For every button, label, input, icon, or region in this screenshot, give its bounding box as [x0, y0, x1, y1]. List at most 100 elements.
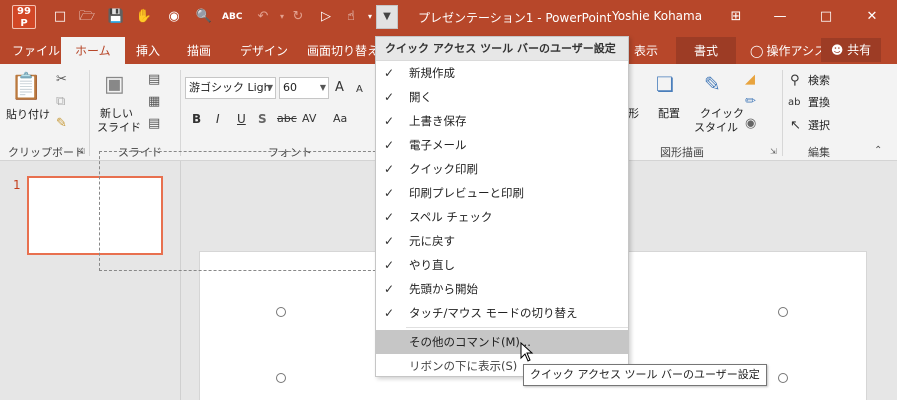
- start-slideshow-icon[interactable]: ▷: [316, 7, 336, 27]
- collapse-ribbon-icon[interactable]: ⌃: [874, 143, 882, 159]
- group-divider: [89, 70, 90, 156]
- menu-item[interactable]: ✓ やり直し: [376, 253, 628, 277]
- replace-icon[interactable]: ab: [788, 95, 800, 111]
- arrange-label[interactable]: 配置: [658, 107, 680, 121]
- drawing-launcher-icon[interactable]: ⇲: [770, 147, 777, 156]
- select-label[interactable]: 選択: [808, 119, 830, 133]
- customize-qat-icon[interactable]: ▼: [376, 5, 398, 29]
- font-name-combo[interactable]: 游ゴシック Ligh ▼: [185, 77, 276, 99]
- powerpoint-app-icon[interactable]: 99 P: [12, 5, 36, 29]
- quick-styles-label-2[interactable]: スタイル: [694, 121, 738, 135]
- shape-effects-icon[interactable]: ◉: [745, 116, 756, 132]
- touch-mouse-mode-icon[interactable]: ☝: [341, 7, 361, 27]
- tab-transitions[interactable]: 画面切り替え: [307, 42, 379, 59]
- more-commands-item[interactable]: その他のコマンド(M)...: [376, 330, 628, 354]
- shapes-label-partial[interactable]: 形: [628, 107, 639, 121]
- print-preview-icon[interactable]: 🔍: [194, 7, 214, 27]
- new-slide-label-1[interactable]: 新しい: [100, 107, 133, 121]
- reset-icon[interactable]: ▦: [148, 94, 160, 110]
- shrink-font-icon[interactable]: A: [356, 82, 363, 98]
- new-slide-label-2[interactable]: スライド: [97, 121, 141, 135]
- resize-handle[interactable]: [778, 307, 788, 317]
- menu-item[interactable]: ✓ クイック印刷: [376, 157, 628, 181]
- touch-mode-icon[interactable]: ✋: [134, 7, 154, 27]
- spell-check-icon[interactable]: ABC: [222, 7, 242, 27]
- cut-icon[interactable]: ✂: [56, 72, 67, 88]
- checkmark-icon: ✓: [384, 66, 395, 80]
- layout-icon[interactable]: ▤: [148, 72, 160, 88]
- tab-insert[interactable]: 挿入: [136, 42, 160, 59]
- open-folder-icon[interactable]: 🗁: [77, 7, 97, 27]
- shadow-button[interactable]: S: [258, 111, 267, 127]
- checkmark-icon: ✓: [384, 282, 395, 296]
- find-label[interactable]: 検索: [808, 74, 830, 88]
- resize-handle[interactable]: [276, 307, 286, 317]
- menu-item[interactable]: ✓ 元に戻す: [376, 229, 628, 253]
- bold-button[interactable]: B: [192, 111, 201, 127]
- quick-styles-icon[interactable]: ✎: [704, 72, 721, 96]
- checkmark-icon: ✓: [384, 138, 395, 152]
- italic-button[interactable]: I: [216, 111, 220, 127]
- clipboard-launcher-icon[interactable]: ⇲: [78, 147, 85, 156]
- title-bar: 99 P □ 🗁 💾 ✋ ◉ 🔍 ABC ↶ ▾ ↻ ▷ ☝ ▾ ▼ プレゼンテ…: [0, 0, 897, 34]
- tab-design[interactable]: デザイン: [240, 42, 288, 59]
- tab-draw[interactable]: 描画: [187, 42, 211, 59]
- menu-item[interactable]: ✓ 印刷プレビューと印刷: [376, 181, 628, 205]
- menu-item[interactable]: ✓ 上書き保存: [376, 109, 628, 133]
- close-icon[interactable]: ✕: [860, 6, 884, 28]
- char-spacing-button[interactable]: AV: [302, 111, 316, 127]
- save-icon[interactable]: 💾: [106, 7, 126, 27]
- underline-button[interactable]: U: [237, 111, 246, 127]
- select-cursor-icon[interactable]: ↖: [790, 118, 801, 134]
- lightbulb-icon: ◯: [750, 43, 764, 58]
- clipboard-group-label: クリップボード: [8, 146, 85, 159]
- redo-icon[interactable]: ↻: [288, 7, 308, 27]
- menu-item[interactable]: ✓ 新規作成: [376, 61, 628, 85]
- tab-file[interactable]: ファイル: [12, 42, 60, 59]
- new-slide-icon[interactable]: ▣: [104, 72, 125, 98]
- format-painter-icon[interactable]: ✎: [56, 116, 67, 132]
- checkmark-icon: ✓: [384, 234, 395, 248]
- menu-item[interactable]: ✓ 先頭から開始: [376, 277, 628, 301]
- more-commands-label: その他のコマンド(M)...: [409, 335, 531, 349]
- tell-me-search[interactable]: ◯ 操作アシス: [750, 42, 826, 59]
- menu-item[interactable]: ✓ 電子メール: [376, 133, 628, 157]
- menu-item-label: 先頭から開始: [409, 282, 478, 296]
- copy-icon[interactable]: ⧉: [56, 94, 65, 110]
- quick-styles-label-1[interactable]: クイック: [700, 107, 744, 121]
- search-icon[interactable]: ⚲: [790, 73, 800, 89]
- menu-item-label: 印刷プレビューと印刷: [409, 186, 524, 200]
- tab-format[interactable]: 書式: [676, 37, 737, 64]
- window-title: プレゼンテーション1 - PowerPoint: [418, 11, 612, 25]
- section-icon[interactable]: ▤: [148, 116, 160, 132]
- paste-icon[interactable]: 📋: [10, 72, 42, 102]
- grow-font-icon[interactable]: A: [335, 80, 344, 96]
- menu-item-label: 上書き保存: [409, 114, 467, 128]
- camera-icon[interactable]: ◉: [164, 7, 184, 27]
- paste-label[interactable]: 貼り付け: [6, 108, 50, 122]
- checkmark-icon: ✓: [384, 186, 395, 200]
- replace-label[interactable]: 置換: [808, 96, 830, 110]
- share-button[interactable]: ☻ 共有: [821, 38, 881, 62]
- menu-item[interactable]: ✓ 開く: [376, 85, 628, 109]
- menu-item[interactable]: ✓ タッチ/マウス モードの切り替え: [376, 301, 628, 325]
- undo-icon[interactable]: ↶: [253, 7, 273, 27]
- ribbon-display-icon[interactable]: ⊞: [724, 6, 748, 28]
- maximize-icon[interactable]: □: [814, 6, 838, 28]
- tab-home[interactable]: ホーム: [61, 37, 125, 64]
- arrange-icon[interactable]: ❏: [656, 72, 674, 96]
- shape-fill-icon[interactable]: ◢: [745, 72, 755, 88]
- new-file-icon[interactable]: □: [50, 7, 70, 27]
- tab-view[interactable]: 表示: [634, 42, 658, 59]
- checkmark-icon: ✓: [384, 162, 395, 176]
- change-case-button[interactable]: Aa: [333, 111, 347, 127]
- menu-item-label: タッチ/マウス モードの切り替え: [409, 306, 578, 320]
- resize-handle[interactable]: [276, 373, 286, 383]
- menu-item[interactable]: ✓ スペル チェック: [376, 205, 628, 229]
- minimize-icon[interactable]: —: [768, 6, 792, 28]
- shape-outline-icon[interactable]: ✏: [745, 94, 756, 110]
- user-name[interactable]: Yoshie Kohama: [612, 9, 702, 23]
- resize-handle[interactable]: [778, 373, 788, 383]
- strikethrough-button[interactable]: abc: [277, 111, 297, 127]
- font-size-combo[interactable]: 60 ▼: [279, 77, 329, 99]
